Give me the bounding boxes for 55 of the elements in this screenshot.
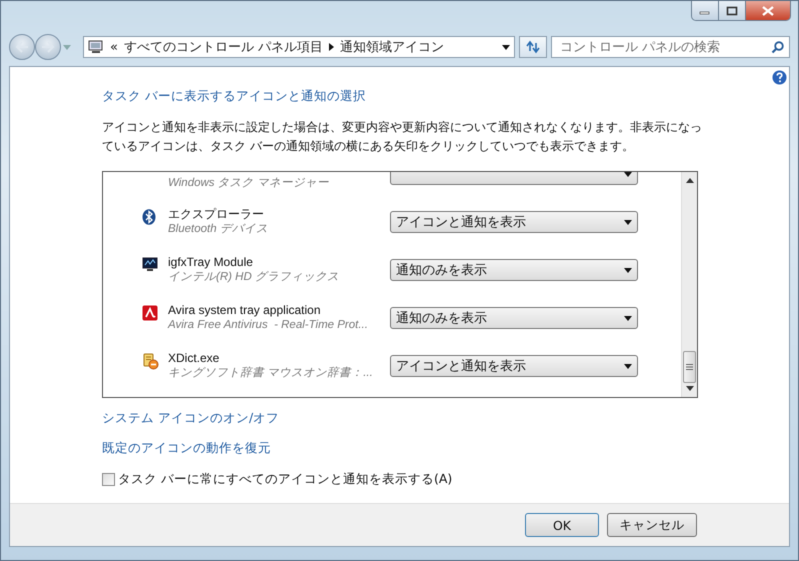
dropdown-arrow-icon [624,172,632,176]
cancel-button[interactable]: キャンセル [607,513,697,537]
close-button[interactable] [746,1,790,20]
breadcrumb[interactable]: 通知領域アイコン [340,38,444,56]
program-description: キングソフト辞書 マウスオン辞書：... [168,366,374,381]
behavior-dropdown[interactable]: 通知のみを表示 [390,259,638,281]
program-description: Bluetooth デバイス [168,222,269,237]
behavior-dropdown[interactable]: アイコンと通知を表示 [390,211,638,233]
bluetooth-icon [142,209,156,225]
program-name: XDict.exe [168,351,220,366]
scroll-thumb[interactable] [683,351,696,383]
dropdown-arrow-icon [624,220,632,224]
computer-icon [88,40,104,54]
grip-icon [686,364,693,370]
ok-button[interactable]: OK [525,513,599,537]
breadcrumb-arrow-icon[interactable] [329,43,334,51]
dropdown-arrow-icon[interactable] [502,44,510,50]
close-icon [761,6,775,16]
back-button[interactable] [9,34,35,60]
program-description: Avira Free Antivirus - Real-Time Prot... [168,318,369,333]
maximize-icon [726,6,738,16]
monitor-icon [142,257,158,272]
search-icon [771,40,784,54]
search-field[interactable]: コントロール パネルの検索 [551,36,790,58]
dropdown-arrow-icon [624,268,632,272]
checkbox[interactable] [102,473,115,486]
dropdown-arrow-icon [624,364,632,368]
behavior-dropdown[interactable]: アイコンと通知を表示 [390,355,638,377]
description-text: アイコンと通知を非表示に設定した場合は、変更内容や更新内容について通知されなくなります。非表示になっているアイコンは、タスク バーの通知領域の横にある矢印をクリックしていつでも表示できます。 [102,119,703,155]
scrollbar[interactable] [681,172,697,397]
behavior-dropdown[interactable]: 通知のみを表示 [390,307,638,329]
link[interactable]: システム アイコンのオン/オフ [102,410,280,427]
refresh-button[interactable] [519,36,547,58]
maximize-button[interactable] [719,1,746,20]
program-description: Windows タスク マネージャー [168,176,330,190]
section-heading: タスク バーに表示するアイコンと通知の選択 [102,88,367,105]
scroll-up-icon[interactable] [686,178,694,183]
back-arrow-icon [15,41,29,53]
program-description: インテル(R) HD グラフィックス [168,270,340,285]
checkbox-label[interactable]: タスク バーに常にすべてのアイコンと通知を表示する(A) [118,471,452,488]
scroll-down-icon[interactable] [686,386,694,391]
help-icon[interactable] [772,70,787,85]
overflow-chevron[interactable]: « [110,40,118,54]
minimize-button[interactable] [692,1,719,20]
program-name: エクスプローラー [168,207,265,222]
refresh-icon [525,40,541,54]
dropdown-arrow-icon [624,316,632,320]
program-name: igfxTray Module [168,255,254,270]
address-bar[interactable]: « すべてのコントロール パネル項目 通知領域アイコン [83,36,515,58]
breadcrumb[interactable]: すべてのコントロール パネル項目 [124,38,324,56]
dictionary-icon [142,353,159,370]
forward-arrow-icon [41,41,55,53]
link[interactable]: 既定のアイコンの動作を復元 [102,440,271,457]
program-name: Avira system tray application [168,303,322,318]
forward-button[interactable] [35,34,61,60]
